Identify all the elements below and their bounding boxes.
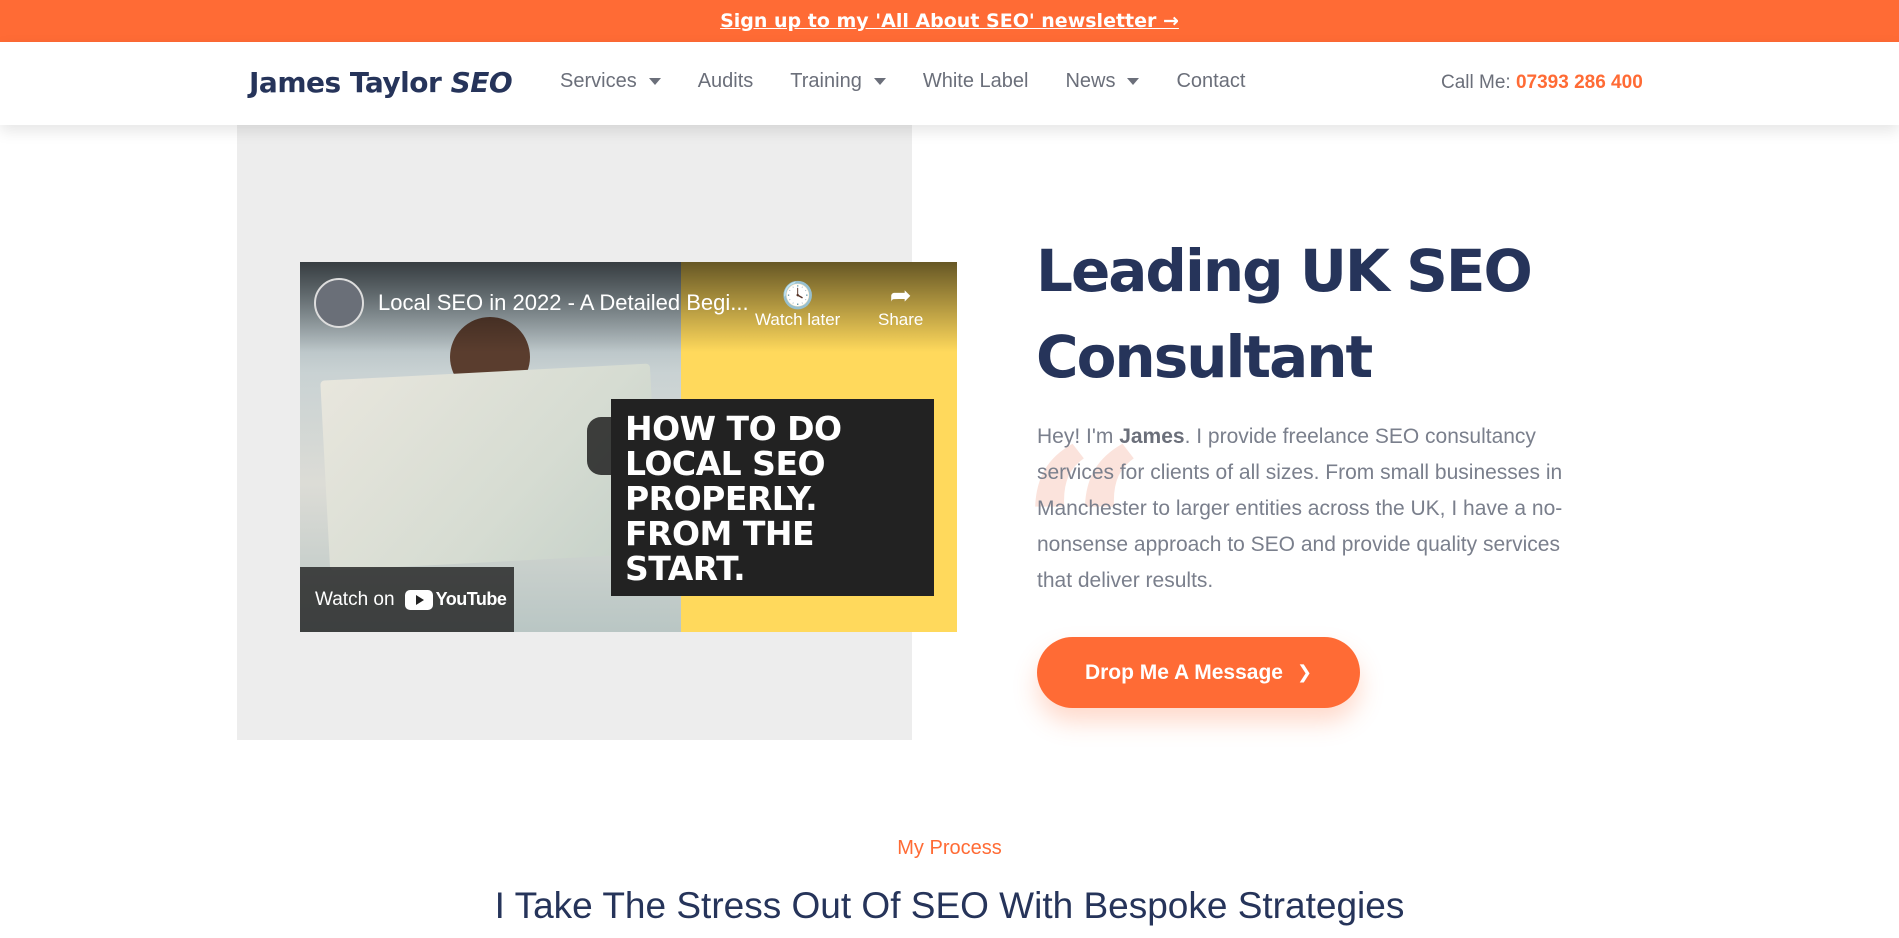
share-label: Share: [878, 310, 924, 329]
youtube-embed[interactable]: Local SEO in 2022 - A Detailed Begi... 🕓…: [300, 262, 957, 632]
nav-item-contact[interactable]: Contact: [1176, 70, 1245, 93]
chevron-down-icon: [1127, 78, 1140, 85]
chevron-right-icon: ❯: [1296, 662, 1313, 682]
nav-item-training[interactable]: Training: [790, 70, 886, 93]
logo-text: James Taylor: [249, 66, 442, 99]
thumbnail-text-line: FROM THE: [625, 514, 815, 553]
main-nav: Services Audits Training White Label New…: [560, 70, 1282, 93]
nav-label: Audits: [697, 70, 754, 92]
hero-title-line: Leading UK SEO: [1036, 237, 1533, 305]
nav-label: White Label: [922, 70, 1029, 92]
watch-on-label: Watch on: [315, 588, 395, 610]
nav-label: Contact: [1176, 70, 1246, 92]
video-title[interactable]: Local SEO in 2022 - A Detailed Begi...: [378, 290, 749, 316]
newsletter-link[interactable]: Sign up to my 'All About SEO' newsletter…: [720, 10, 1179, 32]
youtube-logo: YouTube: [404, 589, 507, 610]
thumbnail-text-line: HOW TO DO: [625, 409, 842, 448]
share-icon: ➦: [889, 280, 912, 310]
thumbnail-text-panel: HOW TO DO LOCAL SEO PROPERLY. FROM THE S…: [611, 399, 934, 596]
hero-text-before: Hey! I'm: [1037, 425, 1120, 448]
thumbnail-text-line: START.: [625, 549, 746, 588]
phone-link[interactable]: 07393 286 400: [1516, 72, 1643, 93]
youtube-wordmark: YouTube: [435, 589, 507, 609]
share-button[interactable]: ➦ Share: [878, 280, 923, 330]
site-header: James Taylor SEO Services Audits Trainin…: [0, 42, 1899, 125]
youtube-play-icon: [404, 589, 433, 610]
cta-label: Drop Me A Message: [1084, 660, 1283, 684]
hero-title: Leading UK SEO Consultant: [1036, 228, 1533, 400]
hero-text-name: James: [1119, 425, 1185, 448]
logo-text-italic: SEO: [450, 66, 513, 99]
site-logo[interactable]: James Taylor SEO: [249, 66, 513, 99]
newsletter-banner: Sign up to my 'All About SEO' newsletter…: [0, 0, 1899, 42]
hero-text-after: . I provide freelance SEO consultancy se…: [1037, 425, 1563, 592]
call-label: Call Me:: [1441, 72, 1511, 93]
watch-later-label: Watch later: [755, 310, 841, 329]
nav-item-audits[interactable]: Audits: [698, 70, 754, 93]
hero-description: Hey! I'm James. I provide freelance SEO …: [1037, 419, 1577, 599]
watch-on-youtube-button[interactable]: Watch on YouTube: [300, 567, 514, 632]
thumbnail-text-line: PROPERLY.: [625, 479, 818, 518]
section-eyebrow: My Process: [897, 837, 1002, 859]
hero-title-line: Consultant: [1036, 323, 1373, 391]
nav-item-white-label[interactable]: White Label: [923, 70, 1029, 93]
nav-label: News: [1065, 70, 1116, 92]
thumbnail-text-line: LOCAL SEO: [625, 444, 826, 483]
section-title: I Take The Stress Out Of SEO With Bespok…: [494, 885, 1405, 926]
watch-later-button[interactable]: 🕓 Watch later: [755, 280, 840, 330]
nav-item-news[interactable]: News: [1065, 70, 1140, 93]
clock-icon: 🕓: [781, 280, 814, 310]
chevron-down-icon: [873, 78, 886, 85]
chevron-down-icon: [648, 78, 661, 85]
call-me: Call Me: 07393 286 400: [1441, 72, 1643, 94]
drop-message-button[interactable]: Drop Me A Message ❯: [1037, 637, 1360, 708]
nav-label: Training: [790, 70, 862, 92]
nav-item-services[interactable]: Services: [560, 70, 661, 93]
channel-avatar[interactable]: [314, 278, 364, 328]
nav-label: Services: [560, 70, 637, 92]
